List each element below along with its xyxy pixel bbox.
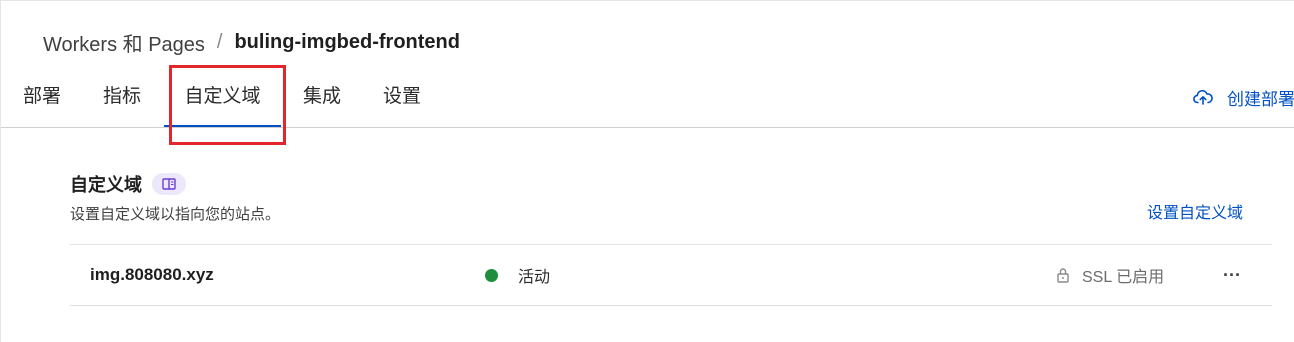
create-deployment-label: 创建部署 bbox=[1227, 89, 1294, 109]
section-title: 自定义域 bbox=[70, 175, 142, 195]
cloud-upload-icon bbox=[1193, 89, 1213, 105]
breadcrumb: Workers 和 Pages / buling-imgbed-frontend bbox=[43, 28, 460, 57]
domain-row: img.808080.xyz 活动 SSL 已启用 ··· bbox=[70, 244, 1272, 306]
docs-badge[interactable] bbox=[152, 173, 186, 195]
ssl-status-label: SSL 已启用 bbox=[1082, 269, 1165, 286]
section-header: 自定义域 bbox=[70, 171, 186, 197]
domain-status: 活动 bbox=[485, 245, 550, 305]
create-deployment-button[interactable]: 创建部署 bbox=[1193, 85, 1294, 109]
tab-metrics[interactable]: 指标 bbox=[103, 67, 141, 127]
tab-deployments[interactable]: 部署 bbox=[23, 67, 61, 127]
domain-name[interactable]: img.808080.xyz bbox=[90, 245, 214, 305]
book-icon bbox=[162, 178, 176, 190]
tab-bar: 部署 指标 自定义域 集成 设置 bbox=[1, 67, 1294, 128]
ssl-status: SSL 已启用 bbox=[1056, 245, 1164, 305]
more-horizontal-icon[interactable]: ··· bbox=[1218, 263, 1246, 287]
domain-status-label: 活动 bbox=[518, 269, 551, 286]
tab-integrations[interactable]: 集成 bbox=[303, 67, 341, 127]
tab-settings[interactable]: 设置 bbox=[383, 67, 421, 127]
breadcrumb-separator: / bbox=[216, 30, 223, 53]
setup-custom-domain-link[interactable]: 设置自定义域 bbox=[1147, 199, 1243, 223]
page-frame: Workers 和 Pages / buling-imgbed-frontend… bbox=[0, 0, 1294, 342]
status-active-dot-icon bbox=[485, 268, 498, 282]
lock-icon bbox=[1057, 268, 1069, 283]
breadcrumb-parent[interactable]: Workers 和 Pages bbox=[43, 28, 205, 57]
section-description: 设置自定义域以指向您的站点。 bbox=[70, 206, 281, 223]
tab-custom-domains[interactable]: 自定义域 bbox=[164, 67, 281, 127]
breadcrumb-current-project: buling-imgbed-frontend bbox=[234, 30, 460, 53]
